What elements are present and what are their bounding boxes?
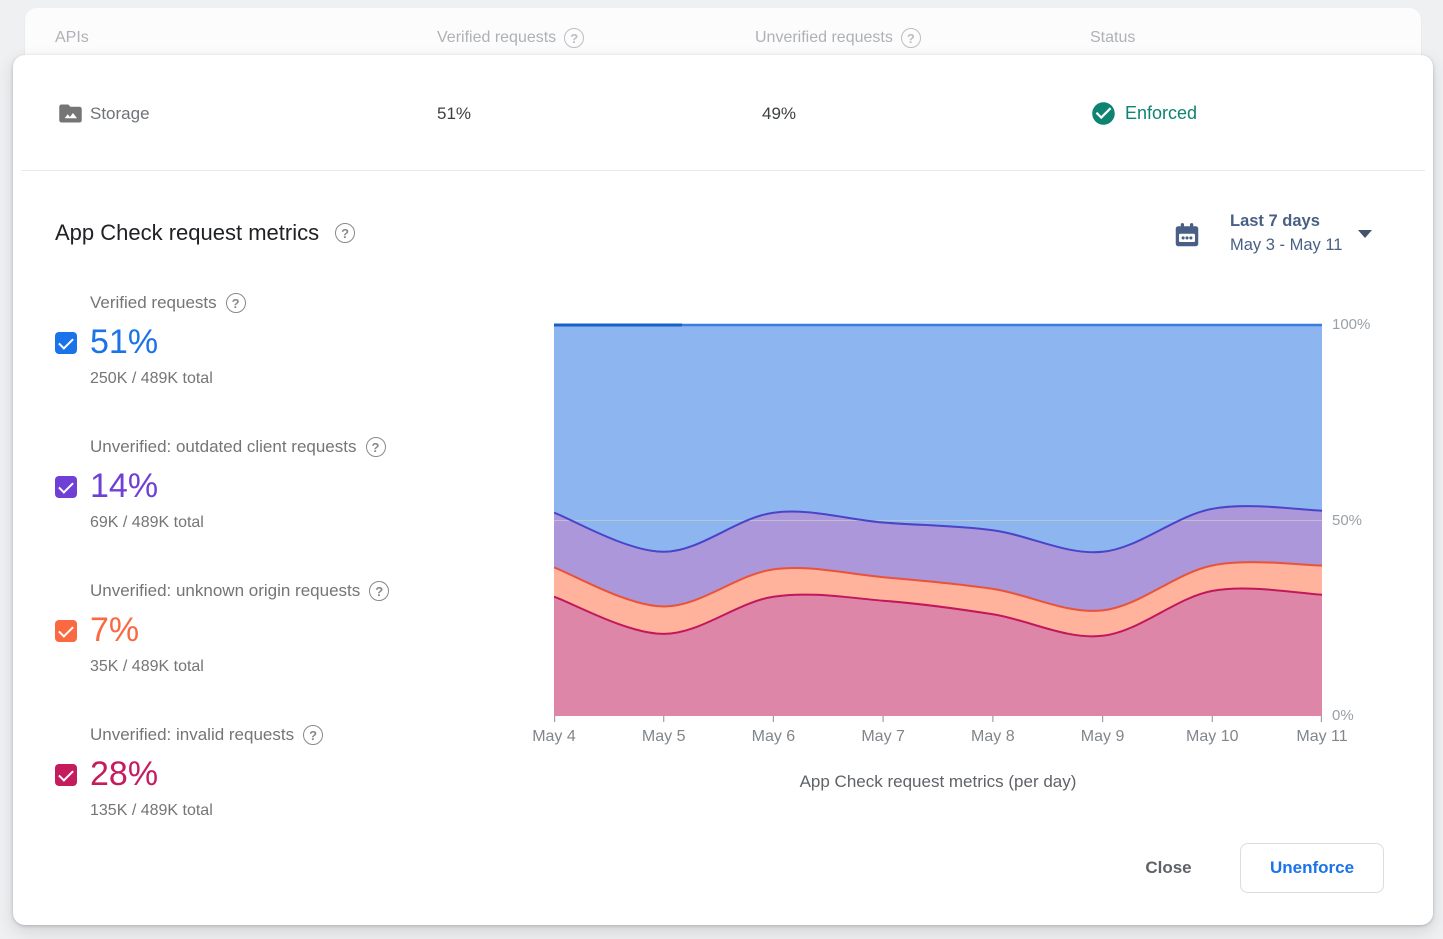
screen: APIs Verified requests Unverified reques… [0, 0, 1443, 939]
chart-canvas[interactable] [554, 322, 1322, 724]
column-unverified-requests: Unverified requests [755, 25, 921, 51]
metric-checkbox-unknown[interactable] [55, 620, 77, 642]
metric-label: Unverified: invalid requests [90, 725, 294, 745]
date-range-dates: May 3 - May 11 [1230, 236, 1342, 255]
metric-unknown-origin: Unverified: unknown origin requests 7% 3… [55, 581, 525, 691]
section-header: App Check request metrics [55, 220, 355, 246]
metric-checkbox-outdated[interactable] [55, 476, 77, 498]
metric-total: 250K / 489K total [90, 370, 213, 388]
help-icon[interactable] [335, 223, 355, 243]
metric-total: 35K / 489K total [90, 658, 204, 676]
y-axis-label: 0% [1332, 705, 1396, 727]
date-range-label: Last 7 days [1230, 212, 1320, 231]
x-axis-label: May 7 [838, 726, 928, 748]
column-apis: APIs [55, 25, 89, 51]
metric-percent: 51% [90, 321, 158, 363]
x-axis-label: May 11 [1277, 726, 1367, 748]
metric-total: 135K / 489K total [90, 802, 213, 820]
x-axis-label: May 6 [728, 726, 818, 748]
y-axis-label: 100% [1332, 314, 1396, 336]
app-check-detail-card: Storage 51% 49% Enforced App Check reque… [13, 55, 1433, 925]
api-name: Storage [90, 100, 150, 127]
chart-caption: App Check request metrics (per day) [554, 772, 1322, 792]
help-icon[interactable] [226, 293, 246, 313]
metric-verified: Verified requests 51% 250K / 489K total [55, 293, 525, 403]
stacked-area-chart[interactable]: App Check request metrics (per day) 100%… [554, 322, 1322, 724]
metric-percent: 14% [90, 465, 158, 507]
unenforce-button[interactable]: Unenforce [1240, 843, 1384, 893]
column-status: Status [1090, 25, 1135, 51]
divider [21, 170, 1425, 171]
metric-checkbox-verified[interactable] [55, 332, 77, 354]
metric-label: Unverified: outdated client requests [90, 437, 357, 457]
metric-checkbox-invalid[interactable] [55, 764, 77, 786]
verified-requests-value: 51% [437, 100, 471, 127]
metric-label: Verified requests [90, 293, 217, 313]
metric-invalid: Unverified: invalid requests 28% 135K / … [55, 725, 525, 835]
caret-down-icon [1358, 230, 1372, 238]
x-axis-label: May 8 [948, 726, 1038, 748]
status-badge: Enforced [1125, 100, 1197, 127]
column-unverified-label: Unverified requests [755, 25, 893, 51]
metric-percent: 28% [90, 753, 158, 795]
api-row-storage[interactable]: Storage 51% 49% Enforced [13, 55, 1433, 170]
metric-label: Unverified: unknown origin requests [90, 581, 360, 601]
column-verified-label: Verified requests [437, 25, 556, 51]
x-axis-label: May 9 [1058, 726, 1148, 748]
x-axis-label: May 4 [509, 726, 599, 748]
close-button[interactable]: Close [1121, 843, 1216, 893]
x-axis-label: May 5 [619, 726, 709, 748]
help-icon[interactable] [369, 581, 389, 601]
help-icon[interactable] [303, 725, 323, 745]
help-icon[interactable] [901, 28, 921, 48]
metric-total: 69K / 489K total [90, 514, 204, 532]
check-circle-icon [1090, 100, 1117, 127]
page-title: App Check request metrics [55, 220, 319, 246]
calendar-icon [1172, 220, 1202, 250]
column-verified-requests: Verified requests [437, 25, 584, 51]
help-icon[interactable] [366, 437, 386, 457]
y-axis-label: 50% [1332, 510, 1396, 532]
storage-folder-icon [57, 100, 84, 127]
metric-outdated-client: Unverified: outdated client requests 14%… [55, 437, 525, 547]
date-range-picker[interactable]: Last 7 days May 3 - May 11 [1168, 210, 1408, 274]
metric-percent: 7% [90, 609, 139, 651]
unverified-requests-value: 49% [762, 100, 796, 127]
help-icon[interactable] [564, 28, 584, 48]
x-axis-label: May 10 [1167, 726, 1257, 748]
